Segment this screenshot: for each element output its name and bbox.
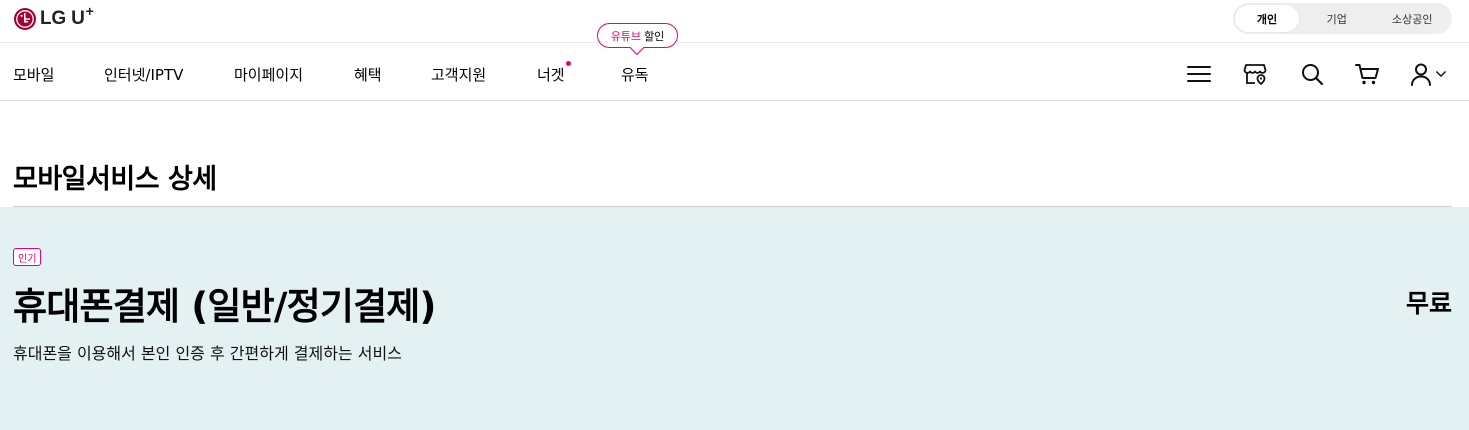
segment-personal[interactable]: 개인 [1235,5,1299,32]
service-title: 휴대폰결제 (일반/정기결제) [13,285,436,328]
service-summary-panel: 인기 휴대폰결제 (일반/정기결제) 무료 휴대폰을 이용해서 본인 인증 후 … [0,207,1469,430]
nav-item-benefits[interactable]: 혜택 [354,64,382,85]
bubble-text: 할인 [644,29,665,43]
top-bar: LG U + 개인 기업 소상공인 [0,0,1469,43]
menu-icon[interactable] [1185,60,1213,88]
new-dot-indicator [565,61,571,66]
chevron-down-icon[interactable] [1431,60,1451,88]
lg-uplus-logo[interactable]: LG U + [13,3,94,32]
nav-item-mobile[interactable]: 모바일 [13,64,54,85]
cart-icon[interactable] [1353,60,1381,88]
lg-logo-icon [14,8,36,30]
search-icon[interactable] [1298,60,1326,88]
segment-small-business[interactable]: 소상공인 [1375,5,1451,32]
page-title: 모바일서비스 상세 [13,164,217,195]
customer-type-switch: 개인 기업 소상공인 [1233,3,1452,34]
main-nav: 모바일 인터넷/IPTV 마이페이지 혜택 고객지원 너겟 유독 [0,44,1469,101]
nav-item-mypage[interactable]: 마이페이지 [234,64,303,85]
nav-item-subscription[interactable]: 유독 [621,64,649,85]
store-location-icon[interactable] [1241,60,1269,88]
nav-item-nugget[interactable]: 너겟 [537,61,571,85]
service-price: 무료 [1405,289,1452,318]
nav-item-internet-iptv[interactable]: 인터넷/IPTV [104,64,183,85]
popular-badge: 인기 [13,248,42,266]
nav-item-support[interactable]: 고객지원 [431,64,486,85]
logo-text: LG U [40,8,85,29]
nav-item-nugget-label: 너겟 [537,66,565,84]
segment-business[interactable]: 기업 [1299,5,1375,32]
logo-plus: + [85,3,94,19]
service-description: 휴대폰을 이용해서 본인 인증 후 간편하게 결제하는 서비스 [13,344,402,363]
